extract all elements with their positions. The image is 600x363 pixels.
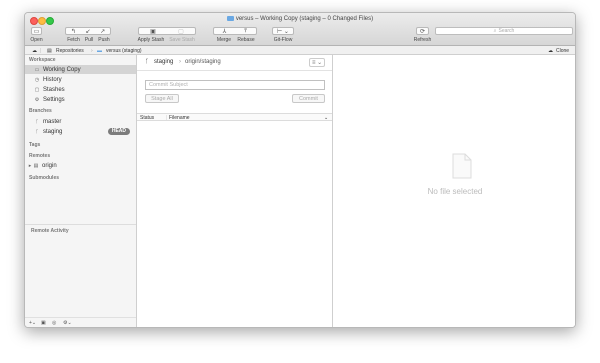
sidebar-item-settings[interactable]: ⚙ Settings [25, 95, 136, 104]
breadcrumb-separator-icon: › [179, 59, 181, 65]
section-remote-activity: Remote Activity [31, 228, 69, 234]
branch-icon: ᚴ [145, 59, 149, 65]
branch-icon: ᚴ [35, 118, 39, 125]
push-label: Push [98, 37, 110, 43]
fetch-icon[interactable]: ↰ [66, 28, 81, 35]
branch-header: ᚴ staging › origin/staging ≡ ⌄ [137, 55, 332, 71]
pull-label: Pull [84, 37, 94, 43]
apply-stash-icon[interactable]: ▣ [139, 28, 167, 35]
clone-icon: ☁ [548, 47, 553, 54]
window-title: versus – Working Copy (staging – 0 Chang… [25, 16, 575, 22]
section-tags: Tags [29, 142, 41, 148]
add-menu-icon[interactable]: +⌄ [29, 320, 36, 326]
divider [25, 224, 136, 225]
column-filename[interactable]: Filename [169, 115, 190, 121]
commit-subject-input[interactable]: Commit Subject [145, 80, 325, 90]
document-icon [452, 153, 472, 179]
open-button[interactable]: ▭ [31, 27, 42, 35]
column-status[interactable]: Status [140, 115, 154, 121]
server-icon: ▤ [33, 162, 39, 169]
refresh-icon: ⟳ [419, 28, 426, 35]
divider: | [40, 47, 42, 54]
repo-folder-icon: ▬ [97, 47, 102, 54]
upstream-branch: origin/staging [185, 59, 221, 65]
folder-icon [226, 16, 234, 21]
refresh-label: Refresh [413, 37, 432, 43]
breadcrumb-repositories[interactable]: Repositories [56, 48, 84, 54]
branch-icon: ᚴ [35, 128, 39, 135]
no-file-selected-text: No file selected [427, 187, 483, 196]
merge-rebase-group: ⅄ ⫯ [213, 27, 257, 35]
app-window: versus – Working Copy (staging – 0 Chang… [24, 12, 576, 328]
clock-icon: ◷ [34, 76, 40, 83]
file-detail-pane: No file selected [333, 55, 575, 327]
clone-button[interactable]: Clone [556, 48, 569, 54]
stage-all-button[interactable]: Stage All [145, 94, 179, 103]
titlebar: versus – Working Copy (staging – 0 Chang… [25, 13, 575, 46]
head-badge: HEAD [107, 128, 130, 135]
fetch-pull-push-group: ↰ ↙ ↗ [65, 27, 111, 35]
cloud-icon[interactable]: ☁ [32, 48, 37, 54]
sidebar-item-working-copy[interactable]: ▭ Working Copy [25, 65, 136, 74]
working-copy-icon: ▭ [34, 66, 40, 73]
stash-group: ▣ ▢ [138, 27, 196, 35]
sidebar-item-history[interactable]: ◷ History [25, 75, 136, 84]
git-flow-icon: ⊢ ⌄ [277, 28, 289, 35]
gear-menu-icon[interactable]: ⚙⌄ [63, 320, 72, 326]
git-flow-label: Git-Flow [273, 37, 293, 43]
globe-icon[interactable]: ◎ [52, 320, 56, 326]
breadcrumb-repo[interactable]: versus (staging) [106, 48, 142, 54]
file-list-header: Status | Filename ⌄ [137, 113, 332, 121]
chevron-down-icon[interactable]: ⌄ [324, 115, 328, 121]
gear-icon: ⚙ [34, 96, 40, 103]
disclosure-triangle-icon[interactable]: ▸ [28, 163, 32, 169]
rebase-label: Rebase [237, 37, 255, 43]
current-branch: staging [154, 59, 174, 65]
commit-pane: ᚴ staging › origin/staging ≡ ⌄ Commit Su… [137, 55, 333, 327]
merge-icon[interactable]: ⅄ [214, 28, 235, 35]
sidebar-item-stashes[interactable]: ▢ Stashes [25, 85, 136, 94]
repositories-icon: ▤ [47, 47, 52, 54]
section-submodules: Submodules [29, 175, 60, 181]
push-icon[interactable]: ↗ [95, 28, 110, 35]
sidebar-item-branch-master[interactable]: ᚴ master [25, 117, 136, 126]
search-input[interactable]: ⌕ Search [435, 27, 573, 35]
fetch-label: Fetch [67, 37, 80, 43]
save-stash-label: Save Stash [169, 37, 195, 43]
sidebar: Workspace ▭ Working Copy ◷ History ▢ Stashe… [25, 55, 137, 327]
rebase-icon[interactable]: ⫯ [235, 28, 256, 35]
pull-icon[interactable]: ↙ [81, 28, 96, 35]
merge-label: Merge [216, 37, 232, 43]
search-icon: ⌕ [493, 28, 497, 34]
section-workspace: Workspace [29, 57, 56, 63]
sidebar-item-branch-staging[interactable]: ᚴ staging HEAD [25, 127, 136, 136]
sidebar-footer: +⌄ ▣ ◎ ⚙⌄ [25, 317, 136, 327]
refresh-button[interactable]: ⟳ [416, 27, 429, 35]
breadcrumb-separator-icon: › [91, 47, 93, 54]
sidebar-item-remote-origin[interactable]: ▸ ▤ origin [25, 161, 136, 170]
git-flow-button[interactable]: ⊢ ⌄ [272, 27, 294, 35]
commit-button[interactable]: Commit [292, 94, 325, 103]
section-remotes: Remotes [29, 153, 51, 159]
path-bar: ☁ | ▤ Repositories › ▬ versus (staging) … [25, 46, 575, 55]
section-branches: Branches [29, 108, 52, 114]
save-stash-icon: ▢ [178, 28, 184, 35]
repo-icon: ▭ [33, 28, 40, 35]
repo-icon[interactable]: ▣ [41, 320, 46, 326]
list-options-icon[interactable]: ≡ ⌄ [309, 58, 326, 67]
divider: | [166, 115, 168, 121]
open-label: Open [30, 37, 43, 43]
box-icon: ▢ [34, 86, 40, 93]
apply-stash-label: Apply Stash [137, 37, 165, 43]
